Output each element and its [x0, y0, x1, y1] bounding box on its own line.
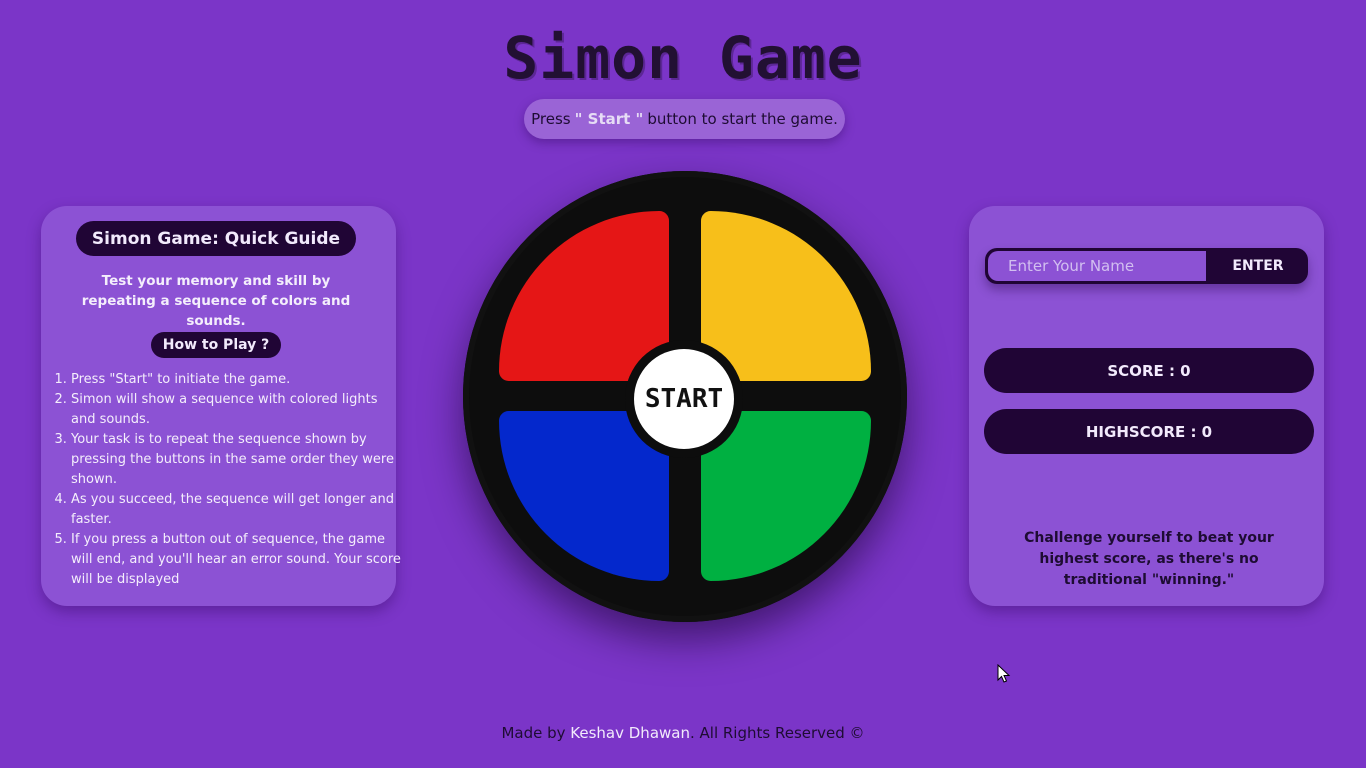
- page-title: Simon Game: [503, 24, 863, 92]
- player-panel: ENTER SCORE : 0 HIGHSCORE : 0 Challenge …: [969, 206, 1324, 606]
- simon-board: START: [463, 171, 907, 622]
- highscore-display: HIGHSCORE : 0: [984, 409, 1314, 454]
- name-input[interactable]: [988, 251, 1206, 281]
- how-to-play-heading: How to Play ?: [151, 332, 281, 358]
- score-display: SCORE : 0: [984, 348, 1314, 393]
- instruction-item: Simon will show a sequence with colored …: [71, 390, 401, 430]
- guide-title: Simon Game: Quick Guide: [76, 221, 356, 256]
- instruction-list: Press "Start" to initiate the game. Simo…: [53, 370, 401, 590]
- footer: Made by Keshav Dhawan. All Rights Reserv…: [0, 724, 1366, 742]
- author-link[interactable]: Keshav Dhawan: [570, 724, 690, 742]
- start-button-ring: START: [625, 340, 743, 458]
- instruction-item: If you press a button out of sequence, t…: [71, 530, 401, 590]
- yellow-pad[interactable]: [701, 211, 871, 381]
- footer-prefix: Made by: [501, 724, 566, 742]
- enter-button[interactable]: ENTER: [1208, 248, 1308, 284]
- instruction-item: Press "Start" to initiate the game.: [71, 370, 401, 390]
- start-button[interactable]: START: [634, 349, 734, 449]
- status-highlight: " Start ": [574, 110, 644, 128]
- name-form: ENTER: [985, 248, 1308, 284]
- mouse-cursor-icon: [997, 664, 1011, 683]
- status-suffix: button to start the game.: [647, 110, 838, 128]
- guide-description: Test your memory and skill by repeating …: [81, 273, 351, 329]
- instruction-item: As you succeed, the sequence will get lo…: [71, 490, 401, 530]
- instruction-item: Your task is to repeat the sequence show…: [71, 430, 401, 490]
- status-message: Press " Start " button to start the game…: [524, 99, 845, 139]
- quick-guide-panel: Simon Game: Quick Guide Test your memory…: [41, 206, 401, 606]
- status-prefix: Press: [531, 110, 571, 128]
- page: Simon Game Press " Start " button to sta…: [0, 0, 1366, 768]
- challenge-text: Challenge yourself to beat your highest …: [1024, 530, 1274, 588]
- footer-suffix: . All Rights Reserved ©: [689, 724, 865, 742]
